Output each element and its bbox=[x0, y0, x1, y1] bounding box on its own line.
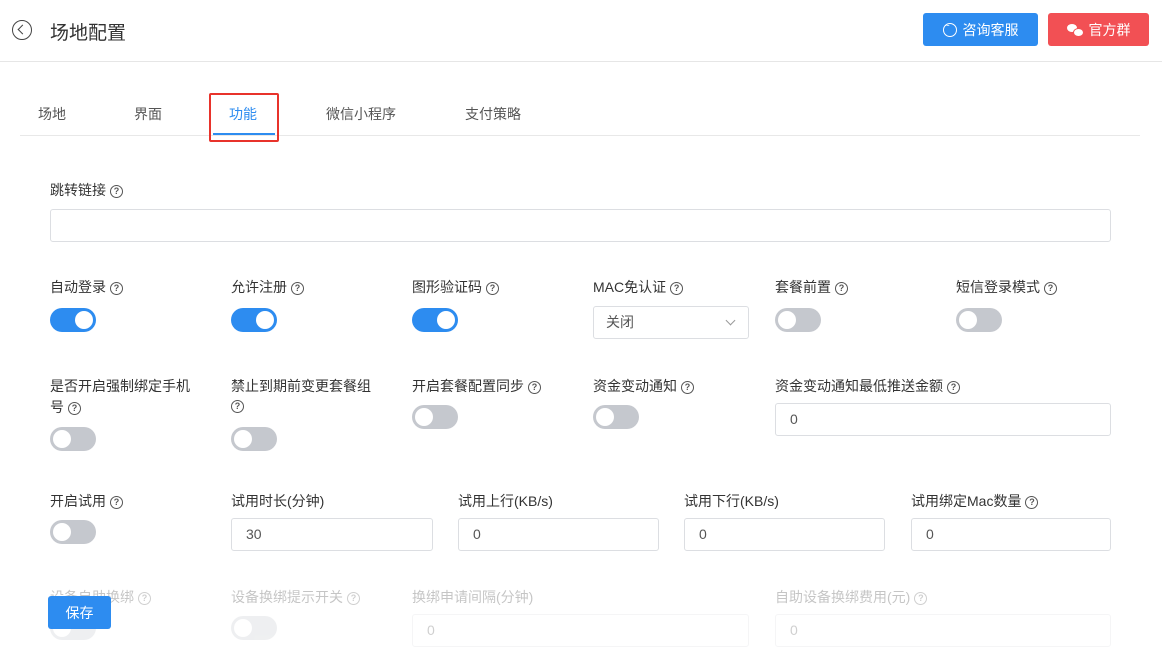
sync-package-switch[interactable] bbox=[412, 405, 458, 429]
trial-mac-count-input[interactable]: 0 bbox=[911, 518, 1111, 551]
mac-auth-label: MAC免认证? bbox=[593, 277, 684, 297]
help-icon[interactable]: ? bbox=[347, 592, 360, 605]
tab-wechat-miniprogram[interactable]: 微信小程序 bbox=[326, 104, 396, 124]
help-icon[interactable]: ? bbox=[110, 282, 123, 295]
help-icon[interactable]: ? bbox=[1025, 496, 1039, 509]
trial-enable-switch[interactable] bbox=[50, 520, 96, 544]
fund-min-amount-label: 资金变动通知最低推送金额? bbox=[775, 376, 960, 396]
trial-duration-label: 试用时长(分钟) bbox=[231, 493, 325, 509]
tab-venue[interactable]: 场地 bbox=[38, 104, 66, 124]
force-bind-phone-switch[interactable] bbox=[50, 427, 96, 451]
rebind-prompt-switch[interactable] bbox=[231, 616, 277, 640]
help-icon[interactable]: ? bbox=[291, 282, 304, 295]
tab-bar bbox=[20, 86, 1140, 136]
sms-login-switch[interactable] bbox=[956, 308, 1002, 332]
sync-package-label: 开启套餐配置同步? bbox=[412, 376, 541, 396]
tab-interface[interactable]: 界面 bbox=[134, 104, 162, 124]
rebind-fee-label: 自助设备换绑费用(元)? bbox=[775, 587, 928, 607]
official-group-button[interactable]: 官方群 bbox=[1048, 13, 1149, 46]
fund-min-amount-input[interactable]: 0 bbox=[775, 403, 1111, 436]
wechat-icon bbox=[1066, 23, 1084, 37]
forbid-change-switch[interactable] bbox=[231, 427, 277, 451]
save-button[interactable]: 保存 bbox=[48, 596, 111, 629]
help-icon[interactable]: ? bbox=[528, 381, 541, 394]
fund-notice-switch[interactable] bbox=[593, 405, 639, 429]
mac-auth-select[interactable]: 关闭 bbox=[593, 306, 749, 339]
chat-icon bbox=[942, 18, 957, 37]
allow-register-switch[interactable] bbox=[231, 308, 277, 332]
rebind-interval-label: 换绑申请间隔(分钟) bbox=[412, 589, 534, 605]
trial-up-input[interactable]: 0 bbox=[458, 518, 659, 551]
forbid-change-label: 禁止到期前变更套餐组 bbox=[231, 378, 371, 394]
mac-auth-value: 关闭 bbox=[606, 314, 634, 330]
help-icon[interactable]: ? bbox=[1044, 282, 1057, 295]
trial-duration-input[interactable]: 30 bbox=[231, 518, 433, 551]
customer-service-button[interactable]: 咨询客服 bbox=[923, 13, 1038, 46]
help-icon[interactable]: ? bbox=[914, 592, 928, 605]
fund-notice-label: 资金变动通知? bbox=[593, 376, 694, 396]
help-icon[interactable]: ? bbox=[110, 185, 123, 198]
package-first-switch[interactable] bbox=[775, 308, 821, 332]
page-title: 场地配置 bbox=[50, 23, 127, 44]
page-header: 场地配置 咨询客服 官方群 bbox=[0, 0, 1162, 62]
customer-service-label: 咨询客服 bbox=[962, 21, 1019, 38]
help-icon[interactable]: ? bbox=[835, 282, 848, 295]
help-icon[interactable]: ? bbox=[947, 381, 960, 394]
allow-register-label: 允许注册? bbox=[231, 277, 304, 297]
force-bind-phone-label: 是否开启强制绑定手机 bbox=[50, 378, 190, 394]
trial-up-label: 试用上行(KB/s) bbox=[458, 493, 553, 509]
rebind-prompt-label: 设备换绑提示开关? bbox=[231, 587, 360, 607]
auto-login-switch[interactable] bbox=[50, 308, 96, 332]
sms-login-label: 短信登录模式? bbox=[956, 277, 1057, 297]
help-icon[interactable]: ? bbox=[486, 282, 499, 295]
tab-highlight-box bbox=[209, 93, 279, 142]
jump-link-input[interactable] bbox=[50, 209, 1111, 242]
rebind-interval-input[interactable]: 0 bbox=[412, 614, 749, 647]
captcha-label: 图形验证码? bbox=[412, 277, 499, 297]
back-icon[interactable] bbox=[12, 20, 32, 40]
force-bind-phone-label-2: 号? bbox=[50, 397, 81, 417]
trial-enable-label: 开启试用? bbox=[50, 491, 123, 511]
official-group-label: 官方群 bbox=[1088, 21, 1131, 38]
tab-payment-policy[interactable]: 支付策略 bbox=[465, 104, 521, 124]
trial-down-input[interactable]: 0 bbox=[684, 518, 885, 551]
help-icon[interactable]: ? bbox=[670, 282, 684, 295]
help-icon[interactable]: ? bbox=[681, 381, 694, 394]
help-icon[interactable]: ? bbox=[231, 400, 244, 413]
trial-down-label: 试用下行(KB/s) bbox=[684, 493, 779, 509]
forbid-change-help: ? bbox=[227, 397, 244, 413]
help-icon[interactable]: ? bbox=[138, 592, 151, 605]
help-icon[interactable]: ? bbox=[68, 402, 81, 415]
trial-mac-count-label: 试用绑定Mac数量? bbox=[911, 491, 1039, 511]
auto-login-label: 自动登录? bbox=[50, 277, 123, 297]
rebind-fee-input[interactable]: 0 bbox=[775, 614, 1111, 647]
help-icon[interactable]: ? bbox=[110, 496, 123, 509]
captcha-switch[interactable] bbox=[412, 308, 458, 332]
chevron-down-icon bbox=[725, 315, 736, 326]
package-first-label: 套餐前置? bbox=[775, 277, 848, 297]
jump-link-label: 跳转链接? bbox=[50, 180, 123, 200]
